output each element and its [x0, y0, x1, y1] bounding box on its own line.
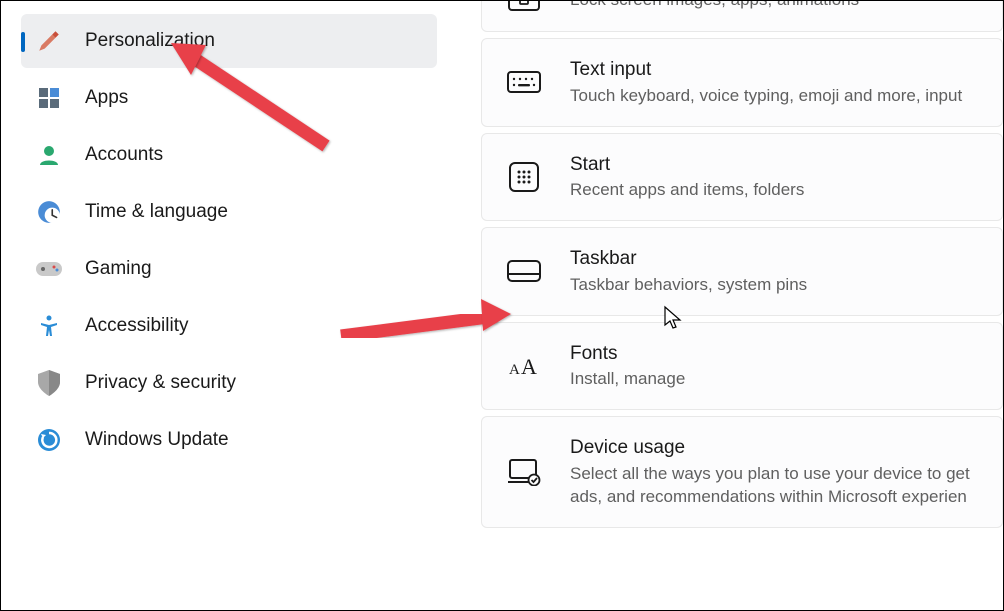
- sidebar-item-personalization[interactable]: Personalization: [21, 14, 437, 68]
- privacy-icon: [35, 369, 63, 397]
- sidebar-item-accessibility[interactable]: Accessibility: [21, 299, 437, 353]
- card-fonts[interactable]: AA Fonts Install, manage: [481, 322, 1003, 411]
- accessibility-icon: [35, 312, 63, 340]
- start-icon: [506, 159, 542, 195]
- lock-screen-icon: [506, 1, 542, 17]
- card-title: Fonts: [570, 341, 685, 367]
- card-subtitle: Recent apps and items, folders: [570, 179, 804, 202]
- card-title: Device usage: [570, 435, 1002, 461]
- card-title: Taskbar: [570, 246, 807, 272]
- sidebar-item-label: Personalization: [85, 30, 215, 52]
- card-subtitle: Select all the ways you plan to use your…: [570, 463, 1002, 509]
- gaming-icon: [35, 255, 63, 283]
- sidebar-item-label: Windows Update: [85, 429, 229, 451]
- paintbrush-icon: [35, 27, 63, 55]
- sidebar-item-time-language[interactable]: Time & language: [21, 185, 437, 239]
- keyboard-icon: [506, 64, 542, 100]
- sidebar-item-privacy[interactable]: Privacy & security: [21, 356, 437, 410]
- sidebar-item-label: Gaming: [85, 258, 152, 280]
- apps-icon: [35, 84, 63, 112]
- card-subtitle: Touch keyboard, voice typing, emoji and …: [570, 85, 962, 108]
- taskbar-icon: [506, 253, 542, 289]
- card-start[interactable]: Start Recent apps and items, folders: [481, 133, 1003, 222]
- sidebar-item-accounts[interactable]: Accounts: [21, 128, 437, 182]
- sidebar: Personalization Apps Accounts Time & lan…: [1, 1, 441, 610]
- card-subtitle: Taskbar behaviors, system pins: [570, 274, 807, 297]
- sidebar-item-label: Accessibility: [85, 315, 188, 337]
- sidebar-item-gaming[interactable]: Gaming: [21, 242, 437, 296]
- card-device-usage[interactable]: Device usage Select all the ways you pla…: [481, 416, 1003, 528]
- sidebar-item-label: Privacy & security: [85, 372, 236, 394]
- time-language-icon: [35, 198, 63, 226]
- accounts-icon: [35, 141, 63, 169]
- device-usage-icon: [506, 454, 542, 490]
- card-taskbar[interactable]: Taskbar Taskbar behaviors, system pins: [481, 227, 1003, 316]
- sidebar-item-update[interactable]: Windows Update: [21, 413, 437, 467]
- update-icon: [35, 426, 63, 454]
- card-title: Start: [570, 152, 804, 178]
- card-lock-screen[interactable]: Lock screen images, apps, animations: [481, 1, 1003, 32]
- main-panel: Lock screen images, apps, animations Tex…: [441, 1, 1003, 610]
- card-text-input[interactable]: Text input Touch keyboard, voice typing,…: [481, 38, 1003, 127]
- sidebar-item-apps[interactable]: Apps: [21, 71, 437, 125]
- sidebar-item-label: Time & language: [85, 201, 228, 223]
- svg-text:A: A: [509, 362, 520, 378]
- card-subtitle: Lock screen images, apps, animations: [570, 1, 859, 11]
- sidebar-item-label: Apps: [85, 87, 128, 109]
- card-subtitle: Install, manage: [570, 368, 685, 391]
- fonts-icon: AA: [506, 348, 542, 384]
- svg-text:A: A: [521, 354, 537, 379]
- sidebar-item-label: Accounts: [85, 144, 163, 166]
- card-title: Text input: [570, 57, 962, 83]
